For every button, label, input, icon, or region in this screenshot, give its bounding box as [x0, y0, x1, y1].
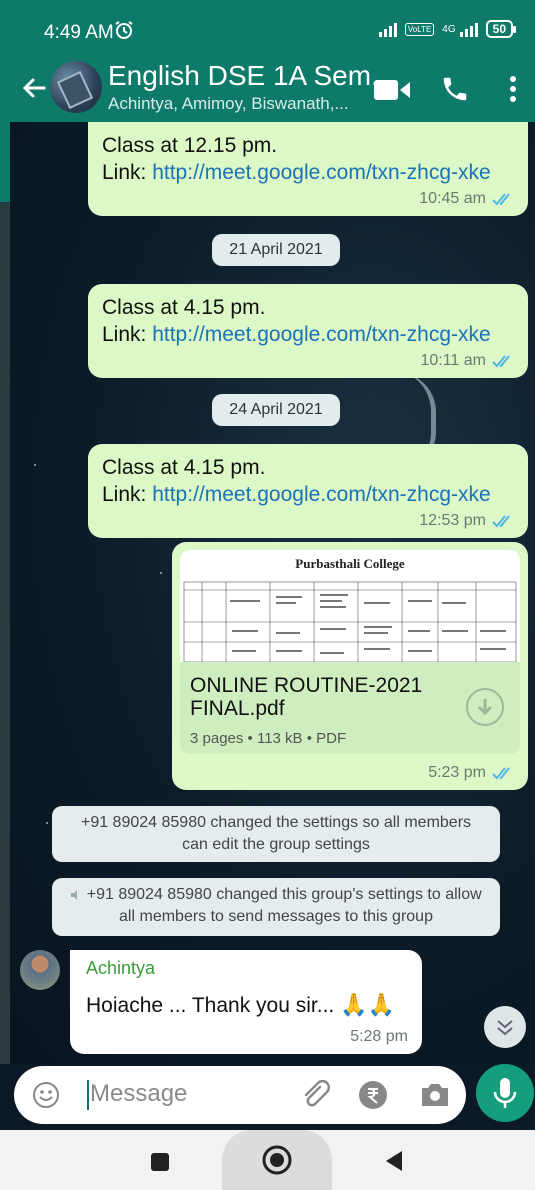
chat-participants[interactable]: Achintya, Amimoy, Biswanath,...	[108, 94, 349, 114]
volte-icon: VoLTE	[404, 22, 435, 36]
system-nav-bar	[0, 1130, 535, 1190]
sender-name[interactable]: Achintya	[86, 958, 155, 979]
double-tick-icon	[492, 355, 510, 368]
message-outgoing[interactable]: Class at 4.15 pm. Link: http://meet.goog…	[88, 444, 528, 538]
rupee-payment-icon[interactable]	[358, 1080, 388, 1110]
message-link[interactable]: http://meet.google.com/txn-zhcg-xke	[152, 161, 491, 184]
back-arrow-icon[interactable]	[18, 72, 50, 104]
camera-icon[interactable]	[420, 1080, 450, 1108]
battery-icon: 50	[485, 20, 517, 38]
signal-icon	[378, 21, 397, 37]
system-message: +91 89024 85980 changed this group's set…	[52, 878, 500, 936]
double-tick-icon	[492, 193, 510, 206]
message-time: 5:23 pm	[428, 764, 486, 781]
message-time: 5:28 pm	[350, 1028, 408, 1045]
nav-recents-icon[interactable]	[150, 1152, 170, 1172]
chat-area[interactable]: Class at 12.15 pm. Link: http://meet.goo…	[0, 122, 535, 1064]
status-icons: VoLTE 4G 50	[378, 20, 517, 38]
status-bar: 4:49 AM VoLTE 4G 50	[0, 0, 535, 58]
signal-icon-2	[459, 21, 478, 37]
chat-header[interactable]: English DSE 1A Sem... Achintya, Amimoy, …	[0, 58, 535, 122]
message-text: Class at 4.15 pm.	[102, 456, 266, 479]
message-meta: 10:45 am	[419, 190, 514, 208]
double-tick-icon	[492, 767, 510, 780]
document-info[interactable]: ONLINE ROUTINE-2021 FINAL.pdf 3 pages • …	[180, 662, 520, 754]
top-bar: 4:49 AM VoLTE 4G 50 English DSE 1A Sem..…	[0, 0, 535, 122]
link-label: Link:	[102, 483, 153, 506]
document-filename: ONLINE ROUTINE-2021 FINAL.pdf	[190, 674, 423, 720]
document-details: 3 pages • 113 kB • PDF	[190, 730, 347, 747]
video-call-icon[interactable]	[374, 78, 410, 102]
message-text: Class at 4.15 pm.	[102, 296, 266, 319]
message-meta: 12:53 pm	[419, 512, 514, 530]
input-bar: Message	[0, 1064, 535, 1130]
background-strip	[0, 122, 10, 1064]
wallpaper-star	[46, 822, 48, 824]
chat-title[interactable]: English DSE 1A Sem...	[108, 60, 394, 92]
mic-button[interactable]	[476, 1064, 534, 1122]
network-type: 4G	[442, 23, 456, 35]
message-input[interactable]: Message	[14, 1066, 466, 1124]
message-outgoing[interactable]: Class at 12.15 pm. Link: http://meet.goo…	[88, 122, 528, 216]
download-icon[interactable]	[466, 688, 504, 726]
text-caret	[87, 1080, 89, 1110]
message-incoming[interactable]: Achintya Hoiache ... Thank you sir... 🙏🙏…	[70, 950, 422, 1054]
wallpaper-star	[160, 572, 162, 574]
voice-call-icon[interactable]	[440, 74, 470, 104]
message-time: 12:53 pm	[419, 512, 486, 529]
message-link[interactable]: http://meet.google.com/txn-zhcg-xke	[152, 483, 491, 506]
message-time: 10:11 am	[420, 352, 486, 369]
nav-home-icon[interactable]	[261, 1144, 293, 1176]
message-document[interactable]: Purbasthali College ONLINE ROUTINE-2021 …	[172, 542, 528, 790]
preview-title: Purbasthali College	[295, 556, 405, 571]
message-link[interactable]: http://meet.google.com/txn-zhcg-xke	[152, 323, 491, 346]
double-tick-icon	[492, 515, 510, 528]
more-options-icon[interactable]	[506, 74, 520, 104]
message-text: Hoiache ... Thank you sir...	[86, 994, 335, 1017]
message-meta: 10:11 am	[420, 352, 514, 370]
alarm-icon	[114, 20, 134, 46]
scroll-down-icon[interactable]	[484, 1006, 526, 1048]
wallpaper-star	[34, 464, 36, 466]
emoji-folded-hands: 🙏🙏	[340, 992, 395, 1017]
link-label: Link:	[102, 323, 153, 346]
message-meta: 5:23 pm	[428, 764, 514, 782]
mic-icon	[493, 1078, 517, 1108]
date-divider: 24 April 2021	[212, 394, 340, 426]
document-preview[interactable]: Purbasthali College	[180, 550, 520, 662]
attach-icon[interactable]	[300, 1079, 330, 1111]
muted-icon	[71, 889, 78, 900]
message-outgoing[interactable]: Class at 4.15 pm. Link: http://meet.goog…	[88, 284, 528, 378]
group-avatar[interactable]	[50, 61, 102, 113]
message-time: 10:45 am	[419, 190, 486, 207]
preview-table	[183, 581, 517, 662]
emoji-icon[interactable]	[32, 1081, 60, 1109]
system-message: +91 89024 85980 changed the settings so …	[52, 806, 500, 862]
message-placeholder: Message	[90, 1080, 188, 1107]
link-label: Link:	[102, 161, 153, 184]
message-text: Class at 12.15 pm.	[102, 134, 278, 157]
system-message-text: +91 89024 85980 changed this group's set…	[86, 886, 482, 925]
status-time: 4:49 AM	[44, 22, 114, 43]
sender-avatar[interactable]	[20, 950, 60, 990]
nav-back-icon[interactable]	[384, 1150, 404, 1172]
date-divider: 21 April 2021	[212, 234, 340, 266]
